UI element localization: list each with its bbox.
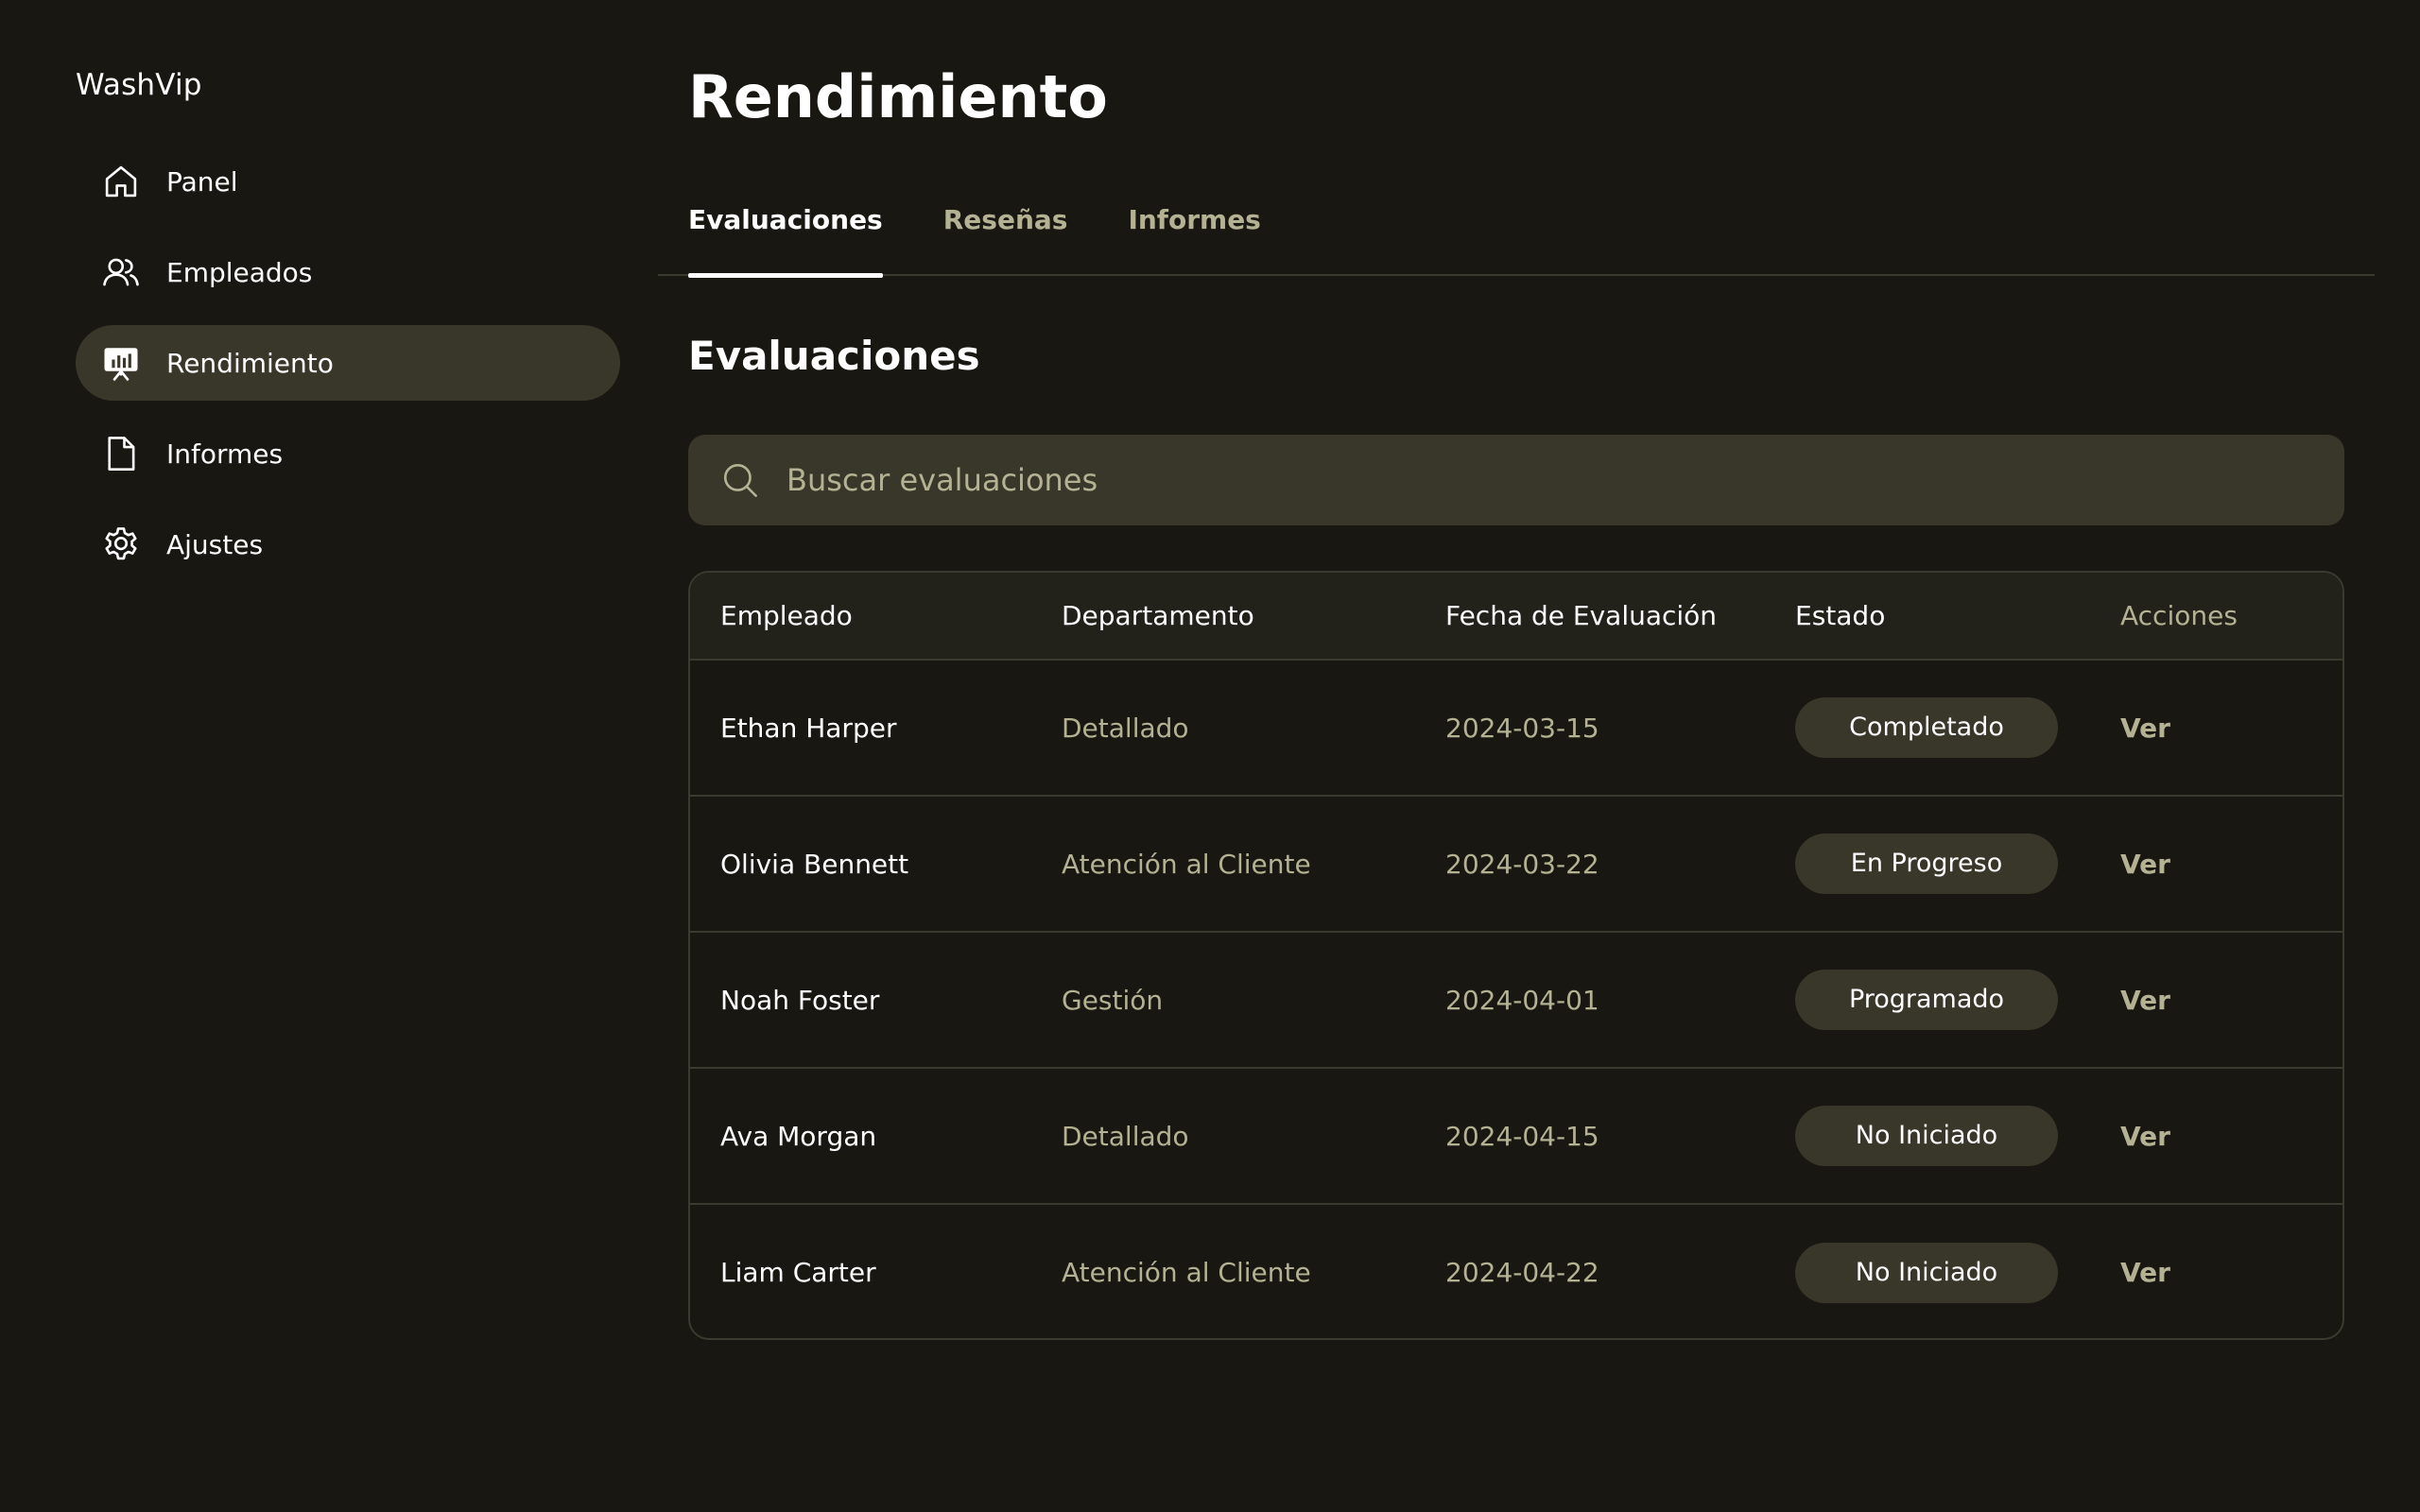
- section-title: Evaluaciones: [688, 333, 980, 379]
- main-content: Rendimiento Evaluaciones Reseñas Informe…: [658, 0, 2375, 1512]
- evaluation-date: 2024-04-15: [1415, 1067, 1765, 1204]
- brand-name[interactable]: WashVip: [76, 68, 202, 102]
- employee-name: Olivia Bennett: [690, 795, 1031, 932]
- table-row: Ethan Harper Detallado 2024-03-15 Comple…: [690, 660, 2342, 796]
- column-header-empleado[interactable]: Empleado: [690, 573, 1031, 661]
- employee-name: Noah Foster: [690, 931, 1031, 1068]
- tab-resenas[interactable]: Reseñas: [943, 185, 1068, 276]
- column-header-acciones: Acciones: [2090, 573, 2342, 661]
- page-title: Rendimiento: [688, 62, 1108, 131]
- search-input[interactable]: [785, 461, 2297, 499]
- status-badge: Programado: [1795, 970, 2058, 1030]
- table-row: Olivia Bennett Atención al Cliente 2024-…: [690, 795, 2342, 932]
- table-row: Liam Carter Atención al Cliente 2024-04-…: [690, 1203, 2342, 1338]
- sidebar-item-rendimiento[interactable]: Rendimiento: [76, 325, 620, 401]
- sidebar: WashVip Panel Empleados Rendimiento Info…: [0, 0, 652, 1512]
- tab-evaluaciones[interactable]: Evaluaciones: [688, 185, 883, 278]
- sidebar-item-panel[interactable]: Panel: [76, 144, 620, 219]
- sidebar-item-label: Ajustes: [166, 528, 264, 560]
- sidebar-item-ajustes[interactable]: Ajustes: [76, 507, 620, 582]
- sidebar-item-label: Rendimiento: [166, 347, 334, 379]
- evaluations-table: Empleado Departamento Fecha de Evaluació…: [688, 571, 2344, 1340]
- column-header-estado[interactable]: Estado: [1765, 573, 2090, 661]
- sidebar-item-label: Empleados: [166, 256, 313, 288]
- table-row: Ava Morgan Detallado 2024-04-15 No Inici…: [690, 1067, 2342, 1204]
- evaluation-date: 2024-04-01: [1415, 931, 1765, 1068]
- sidebar-nav: Panel Empleados Rendimiento Informes Aju…: [76, 144, 620, 597]
- table-row: Noah Foster Gestión 2024-04-01 Programad…: [690, 931, 2342, 1068]
- users-icon: [99, 250, 143, 294]
- column-header-fecha[interactable]: Fecha de Evaluación: [1415, 573, 1765, 661]
- view-link[interactable]: Ver: [2120, 849, 2170, 880]
- sidebar-item-label: Informes: [166, 438, 284, 470]
- department: Atención al Cliente: [1031, 795, 1415, 932]
- status-cell: Programado: [1765, 931, 2090, 1068]
- actions-cell: Ver: [2090, 660, 2342, 796]
- view-link[interactable]: Ver: [2120, 713, 2170, 744]
- table-header-row: Empleado Departamento Fecha de Evaluació…: [690, 573, 2342, 661]
- search-icon: [720, 460, 760, 500]
- document-icon: [99, 432, 143, 475]
- home-icon: [99, 160, 143, 203]
- status-badge: En Progreso: [1795, 833, 2058, 894]
- status-badge: No Iniciado: [1795, 1106, 2058, 1166]
- sidebar-item-empleados[interactable]: Empleados: [76, 234, 620, 310]
- employee-name: Liam Carter: [690, 1203, 1031, 1338]
- employee-name: Ava Morgan: [690, 1067, 1031, 1204]
- view-link[interactable]: Ver: [2120, 1257, 2170, 1288]
- search-bar: [688, 435, 2344, 525]
- actions-cell: Ver: [2090, 1203, 2342, 1338]
- status-badge: Completado: [1795, 697, 2058, 758]
- sidebar-item-informes[interactable]: Informes: [76, 416, 620, 491]
- status-cell: No Iniciado: [1765, 1067, 2090, 1204]
- gear-icon: [99, 523, 143, 566]
- sidebar-item-label: Panel: [166, 165, 238, 198]
- status-cell: En Progreso: [1765, 795, 2090, 932]
- actions-cell: Ver: [2090, 795, 2342, 932]
- status-badge: No Iniciado: [1795, 1242, 2058, 1303]
- actions-cell: Ver: [2090, 1067, 2342, 1204]
- evaluation-date: 2024-03-15: [1445, 712, 1599, 744]
- presentation-chart-icon: [99, 341, 143, 385]
- tab-informes[interactable]: Informes: [1128, 185, 1260, 276]
- view-link[interactable]: Ver: [2120, 1121, 2170, 1152]
- department: Detallado: [1062, 712, 1189, 744]
- view-link[interactable]: Ver: [2120, 985, 2170, 1016]
- status-cell: Completado: [1765, 660, 2090, 796]
- actions-cell: Ver: [2090, 931, 2342, 1068]
- column-header-departamento[interactable]: Departamento: [1031, 573, 1415, 661]
- employee-name: Ethan Harper: [720, 712, 897, 744]
- department: Atención al Cliente: [1031, 1203, 1415, 1338]
- tab-bar: Evaluaciones Reseñas Informes: [658, 185, 2375, 278]
- status-cell: No Iniciado: [1765, 1203, 2090, 1338]
- evaluation-date: 2024-03-22: [1415, 795, 1765, 932]
- department: Gestión: [1031, 931, 1415, 1068]
- department: Detallado: [1031, 1067, 1415, 1204]
- evaluation-date: 2024-04-22: [1415, 1203, 1765, 1338]
